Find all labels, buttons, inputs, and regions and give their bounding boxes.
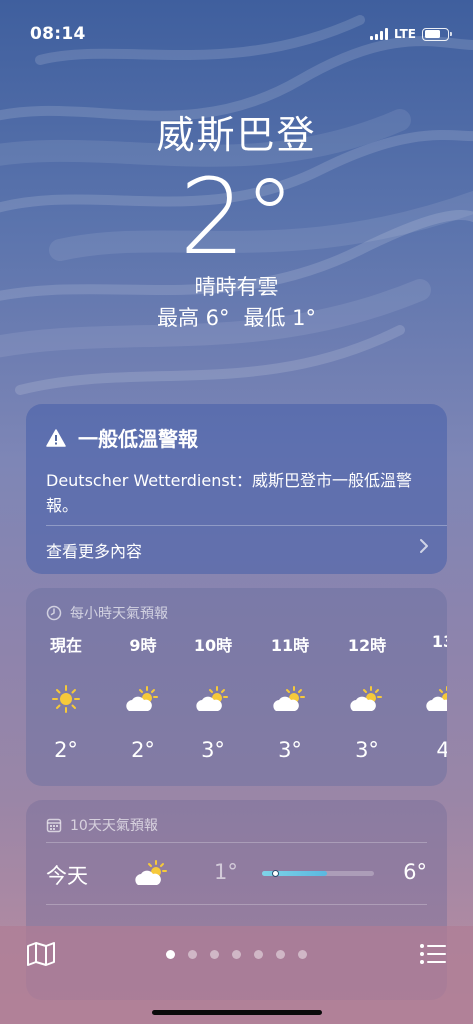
alert-more-link[interactable]: 查看更多內容: [46, 538, 142, 562]
status-indicators: LTE: [369, 27, 452, 41]
network-type: LTE: [393, 27, 416, 41]
partly-cloudy-icon: [260, 684, 320, 720]
page-dot[interactable]: [232, 950, 241, 959]
status-bar: 08:14 LTE: [0, 0, 473, 60]
warning-icon: [46, 428, 66, 447]
current-conditions: 威斯巴登 2° 晴時有雲 最高 6° 最低 1°: [0, 110, 473, 334]
current-temperature: 2°: [179, 156, 295, 278]
page-indicator[interactable]: [0, 950, 473, 959]
clock-icon: [46, 605, 62, 621]
divider: [46, 904, 427, 905]
hour-label: 13: [431, 632, 447, 651]
daily-title: 10天天氣預報: [70, 818, 158, 834]
temperature-range-bar: [262, 870, 374, 877]
hourly-item: 現在 2°: [36, 632, 96, 762]
daily-header: 10天天氣預報: [46, 815, 158, 835]
list-icon[interactable]: [419, 943, 447, 969]
day-low-temp: 1°: [214, 860, 238, 884]
hour-temp: 3°: [278, 738, 302, 762]
hourly-item: 12時 3°: [337, 632, 397, 762]
page-dot[interactable]: [188, 950, 197, 959]
hour-temp: 4: [436, 738, 447, 762]
sun-icon: [36, 684, 96, 720]
bottom-toolbar: [0, 926, 473, 1024]
city-name: 威斯巴登: [156, 113, 317, 157]
hour-temp: 3°: [201, 738, 225, 762]
battery-level: [424, 30, 440, 38]
calendar-icon: [46, 818, 62, 833]
page-dot[interactable]: [254, 950, 263, 959]
partly-cloudy-icon: [113, 684, 173, 720]
high-temp: 最高 6°: [156, 306, 230, 330]
divider: [46, 525, 447, 526]
low-temp: 最低 1°: [243, 306, 317, 330]
partly-cloudy-icon: [413, 684, 447, 720]
alert-body: Deutscher Wetterdienst：威斯巴登市一般低溫警報。: [46, 471, 412, 515]
signal-icon: [369, 28, 388, 40]
high-low: 最高 6° 最低 1°: [0, 302, 473, 334]
condition-text: 晴時有雲: [194, 275, 279, 299]
chevron-right-icon[interactable]: [419, 538, 429, 559]
hour-label: 10時: [193, 636, 233, 655]
hourly-item: 11時 3°: [260, 632, 320, 762]
hourly-header: 每小時天氣預報: [46, 603, 168, 623]
partly-cloudy-icon: [183, 684, 243, 720]
hourly-item: 13 4: [413, 632, 447, 762]
partly-cloudy-icon: [132, 858, 172, 894]
hourly-item: 9時 2°: [113, 632, 173, 762]
hour-label: 12時: [347, 636, 387, 655]
day-high-temp: 6°: [403, 860, 427, 884]
page-dot[interactable]: [166, 950, 175, 959]
hour-temp: 2°: [131, 738, 155, 762]
hour-label: 11時: [270, 636, 310, 655]
hour-temp: 2°: [54, 738, 78, 762]
day-name: 今天: [46, 864, 88, 888]
page-dot[interactable]: [210, 950, 219, 959]
hourly-forecast-card[interactable]: 每小時天氣預報 現在 2° 9時 2° 10時 3° 11時 3° 12時 3° 13 4: [26, 588, 447, 786]
page-dot[interactable]: [298, 950, 307, 959]
alert-title: 一般低溫警報: [78, 427, 198, 451]
battery-icon: [422, 27, 452, 41]
hour-label: 現在: [49, 636, 82, 655]
weather-alert-card[interactable]: 一般低溫警報 Deutscher Wetterdienst：威斯巴登市一般低溫警…: [26, 404, 447, 574]
hour-label: 9時: [129, 636, 157, 655]
home-indicator: [152, 1010, 322, 1015]
hourly-title: 每小時天氣預報: [70, 606, 168, 622]
status-time: 08:14: [30, 24, 86, 44]
page-dot[interactable]: [276, 950, 285, 959]
partly-cloudy-icon: [337, 684, 397, 720]
hourly-item: 10時 3°: [183, 632, 243, 762]
daily-row-today[interactable]: 今天 1° 6°: [46, 856, 427, 896]
hour-temp: 3°: [355, 738, 379, 762]
alert-title-row: 一般低溫警報: [46, 423, 198, 452]
divider: [46, 842, 427, 843]
